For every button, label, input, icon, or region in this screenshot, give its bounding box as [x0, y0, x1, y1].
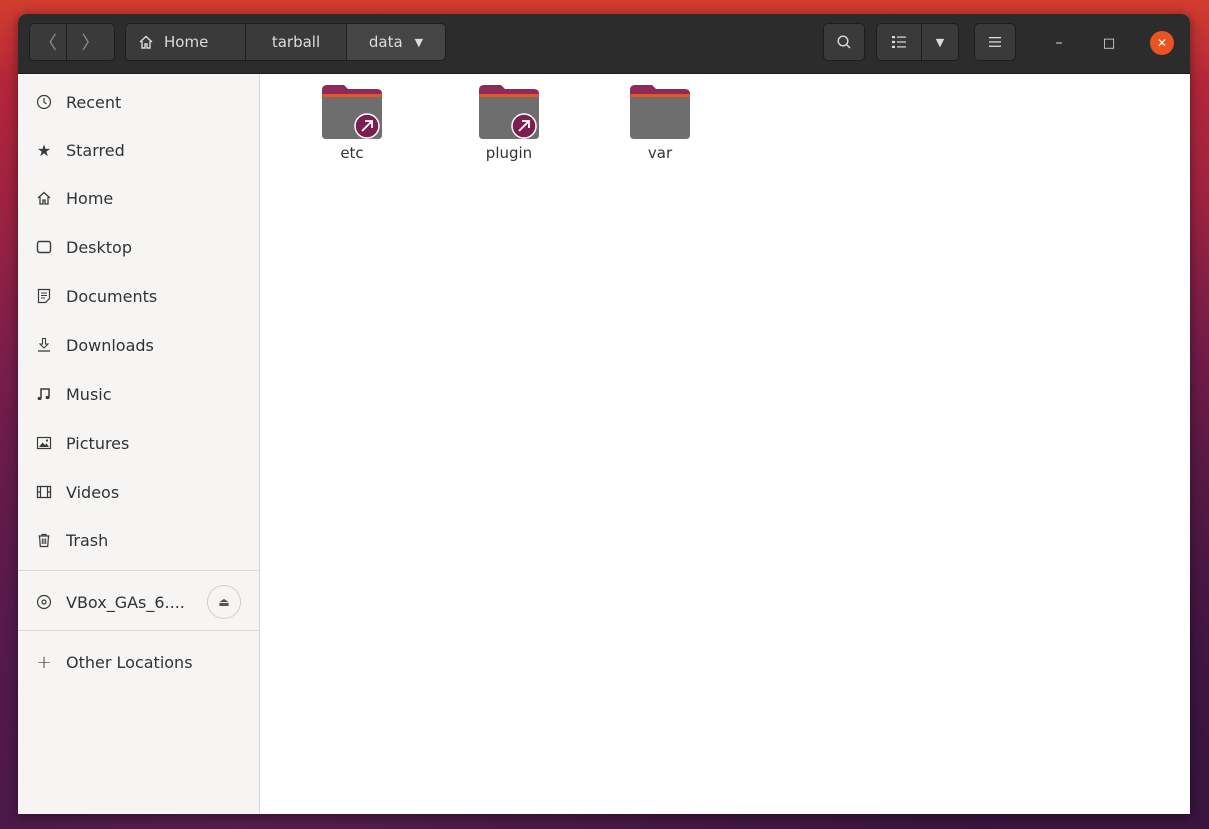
sidebar-item-label: Downloads — [66, 335, 154, 355]
breadcrumb-data[interactable]: data ▼ — [346, 23, 446, 61]
file-view[interactable]: etc plugin var — [260, 74, 1190, 814]
sidebar-item-trash[interactable]: Trash — [18, 518, 259, 562]
file-item-plugin[interactable]: plugin — [454, 84, 564, 174]
forward-button[interactable]: 〉 — [66, 23, 115, 61]
disc-icon — [35, 594, 53, 610]
desktop-icon — [35, 239, 53, 255]
file-item-etc[interactable]: etc — [297, 84, 407, 174]
sidebar-item-label: VBox_GAs_6.... — [66, 592, 185, 612]
file-name: plugin — [485, 144, 533, 162]
file-name: var — [647, 144, 673, 162]
clock-icon — [35, 94, 53, 110]
search-icon — [836, 34, 852, 50]
maximize-button[interactable]: □ — [1097, 31, 1121, 55]
file-name: etc — [340, 144, 364, 162]
video-icon — [35, 484, 53, 500]
chevron-left-icon: 〈 — [39, 33, 57, 54]
download-icon — [35, 337, 53, 353]
breadcrumb-label: data — [368, 33, 403, 51]
hamburger-menu-icon — [988, 36, 1002, 48]
search-button[interactable] — [823, 23, 865, 61]
sidebar-item-starred[interactable]: ★ Starred — [18, 128, 259, 172]
close-icon: ✕ — [1156, 36, 1168, 50]
sidebar-item-label: Starred — [66, 140, 125, 160]
minimize-icon: – — [1055, 35, 1063, 51]
sidebar-item-label: Desktop — [66, 237, 132, 257]
sidebar-item-label: Music — [66, 384, 112, 404]
menu-button[interactable] — [974, 23, 1016, 61]
plus-icon: + — [36, 651, 52, 673]
header-bar: 〈 〉 Home tarball data ▼ ▼ – □ ✕ — [18, 14, 1190, 74]
home-icon — [35, 190, 53, 206]
view-toggle-button[interactable] — [876, 23, 922, 61]
folder-icon — [630, 84, 690, 140]
maximize-icon: □ — [1102, 35, 1116, 51]
view-options-dropdown[interactable]: ▼ — [921, 23, 959, 61]
file-manager-window: 〈 〉 Home tarball data ▼ ▼ – □ ✕ Recent ★… — [18, 14, 1190, 814]
chevron-right-icon: 〉 — [81, 33, 100, 54]
file-item-var[interactable]: var — [605, 84, 715, 174]
folder-symlink-icon — [322, 84, 382, 140]
sidebar-item-label: Pictures — [66, 433, 130, 453]
close-button[interactable]: ✕ — [1150, 31, 1174, 55]
music-icon — [35, 386, 53, 402]
breadcrumb-home[interactable]: Home — [125, 23, 246, 61]
sidebar-separator — [18, 630, 259, 631]
sidebar-item-label: Other Locations — [66, 652, 193, 672]
sidebar-item-device[interactable]: VBox_GAs_6.... ⏏ — [18, 580, 259, 624]
sidebar-item-label: Recent — [66, 92, 122, 112]
sidebar-item-downloads[interactable]: Downloads — [18, 323, 259, 367]
trash-icon — [35, 532, 53, 548]
back-button[interactable]: 〈 — [29, 23, 67, 61]
eject-button[interactable]: ⏏ — [207, 585, 241, 619]
minimize-button[interactable]: – — [1047, 31, 1071, 55]
picture-icon — [35, 435, 53, 451]
sidebar-item-music[interactable]: Music — [18, 372, 259, 416]
sidebar-item-pictures[interactable]: Pictures — [18, 421, 259, 465]
eject-icon: ⏏ — [218, 595, 230, 609]
sidebar-item-recent[interactable]: Recent — [18, 80, 259, 124]
folder-symlink-icon — [479, 84, 539, 140]
star-icon: ★ — [36, 140, 52, 160]
sidebar-item-videos[interactable]: Videos — [18, 470, 259, 514]
breadcrumb-label: tarball — [271, 33, 321, 51]
sidebar-item-label: Videos — [66, 482, 120, 502]
sidebar-item-label: Home — [66, 188, 114, 208]
document-icon — [35, 288, 53, 304]
list-view-icon — [891, 35, 907, 49]
caret-down-icon: ▼ — [935, 35, 945, 49]
sidebar-item-documents[interactable]: Documents — [18, 274, 259, 318]
sidebar-item-desktop[interactable]: Desktop — [18, 225, 259, 269]
sidebar-item-other-locations[interactable]: + Other Locations — [18, 640, 259, 684]
sidebar-item-label: Trash — [66, 530, 109, 550]
caret-down-icon: ▼ — [414, 35, 424, 49]
home-icon — [138, 34, 154, 50]
sidebar-item-label: Documents — [66, 286, 158, 306]
sidebar-item-home[interactable]: Home — [18, 176, 259, 220]
breadcrumb-tarball[interactable]: tarball — [245, 23, 347, 61]
sidebar: Recent ★ Starred Home Desktop Documents — [18, 74, 260, 814]
sidebar-separator — [18, 570, 259, 571]
breadcrumb-label: Home — [164, 33, 209, 51]
